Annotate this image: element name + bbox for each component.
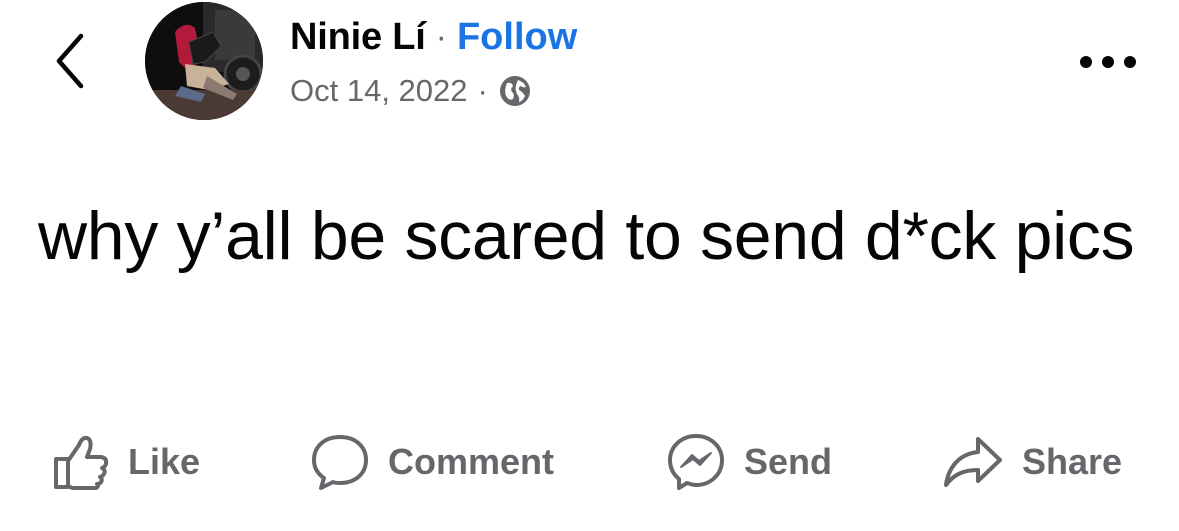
like-label: Like xyxy=(128,441,201,482)
share-button[interactable]: Share xyxy=(942,420,1122,504)
share-arrow-icon xyxy=(942,433,1004,491)
globe-icon xyxy=(499,76,530,106)
author-row: Ninie Lí · Follow xyxy=(290,14,577,60)
post-timestamp[interactable]: Oct 14, 2022 xyxy=(290,73,468,109)
post-meta: Oct 14, 2022 · xyxy=(290,70,532,112)
meta-separator: · xyxy=(477,73,488,108)
follow-button[interactable]: Follow xyxy=(457,16,577,59)
comment-label: Comment xyxy=(388,441,555,482)
avatar[interactable] xyxy=(145,2,263,120)
action-bar: Like Comment Send Share xyxy=(0,420,1179,504)
author-name[interactable]: Ninie Lí xyxy=(290,16,426,59)
comment-button[interactable]: Comment xyxy=(310,420,554,504)
post-text: why y’all be scared to send d*ck pics xyxy=(38,198,1135,274)
avatar-image xyxy=(145,2,263,120)
like-button[interactable]: Like xyxy=(52,420,200,504)
name-separator: · xyxy=(435,17,447,56)
chevron-left-icon xyxy=(56,33,84,89)
back-button[interactable] xyxy=(44,26,96,96)
thumbs-up-icon xyxy=(52,433,110,491)
send-label: Send xyxy=(744,441,833,482)
share-label: Share xyxy=(1022,441,1123,482)
send-button[interactable]: Send xyxy=(666,420,832,504)
messenger-icon xyxy=(666,432,726,492)
more-options-button[interactable] xyxy=(1072,40,1144,84)
more-horizontal-icon xyxy=(1080,56,1136,68)
comment-bubble-icon xyxy=(310,433,370,491)
